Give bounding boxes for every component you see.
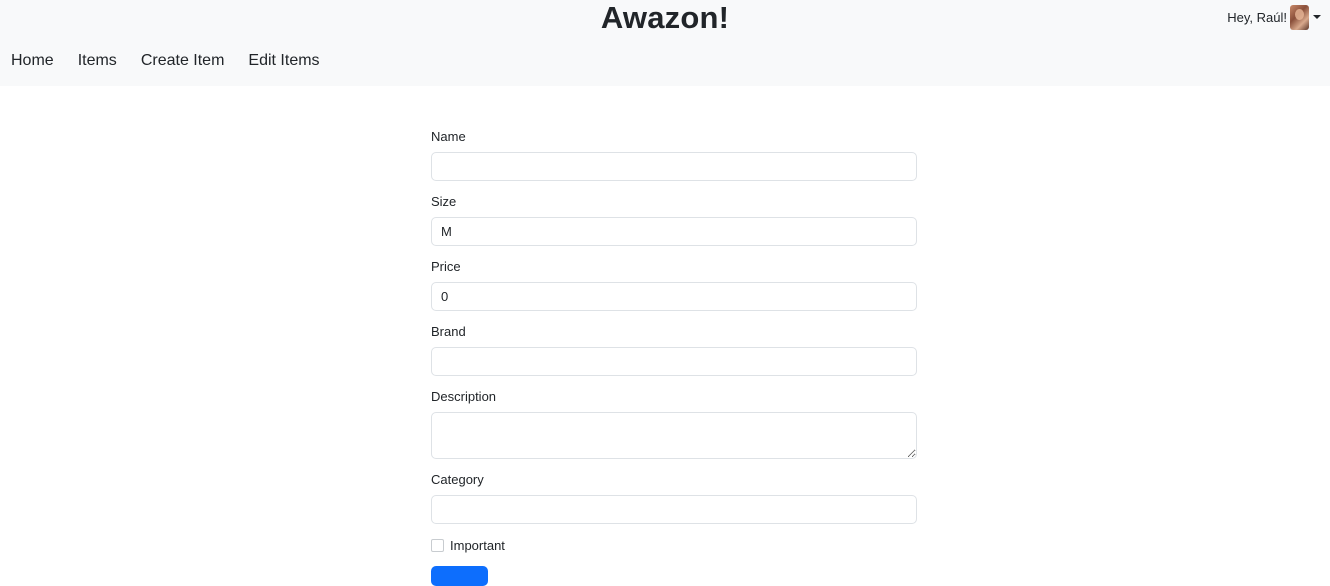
nav-items[interactable]: Items [78,50,117,72]
submit-button[interactable] [431,566,488,586]
nav-home[interactable]: Home [11,50,54,72]
important-checkbox-row[interactable]: Important [431,538,505,553]
name-input[interactable] [431,152,917,181]
size-label: Size [431,194,457,209]
brand-text: Awazon! [600,0,730,35]
category-input[interactable] [431,495,917,524]
description-textarea[interactable] [431,412,917,459]
important-label: Important [450,538,505,553]
brand-field-group: Brand [431,323,917,388]
main-nav: Home Items Create Item Edit Items [11,50,344,72]
description-field-group: Description [431,388,917,471]
important-checkbox[interactable] [431,539,444,552]
user-avatar-image[interactable] [1290,4,1309,30]
price-field-group: Price [431,258,917,323]
brand-input[interactable] [431,347,917,376]
nav-create-item[interactable]: Create Item [141,50,225,72]
caret-down-icon[interactable] [1313,15,1321,19]
description-label: Description [431,389,497,404]
user-greeting: Hey, Raúl! [1227,9,1287,25]
name-label: Name [431,129,466,144]
navbar: Awazon! Hey, Raúl! Home Items Create Ite… [0,0,1330,86]
price-label: Price [431,259,461,274]
category-label: Category [431,472,484,487]
create-item-form: Name Size Price Brand Description Catego… [431,128,917,527]
name-field-group: Name [431,128,917,193]
brand-label: Brand [431,324,466,339]
size-input[interactable] [431,217,917,246]
brand-title[interactable]: Awazon! [0,0,1330,36]
size-field-group: Size [431,193,917,258]
nav-edit-items[interactable]: Edit Items [248,50,319,72]
category-field-group: Category [431,471,917,527]
price-input[interactable] [431,282,917,311]
user-menu[interactable]: Hey, Raúl! [1227,4,1321,30]
